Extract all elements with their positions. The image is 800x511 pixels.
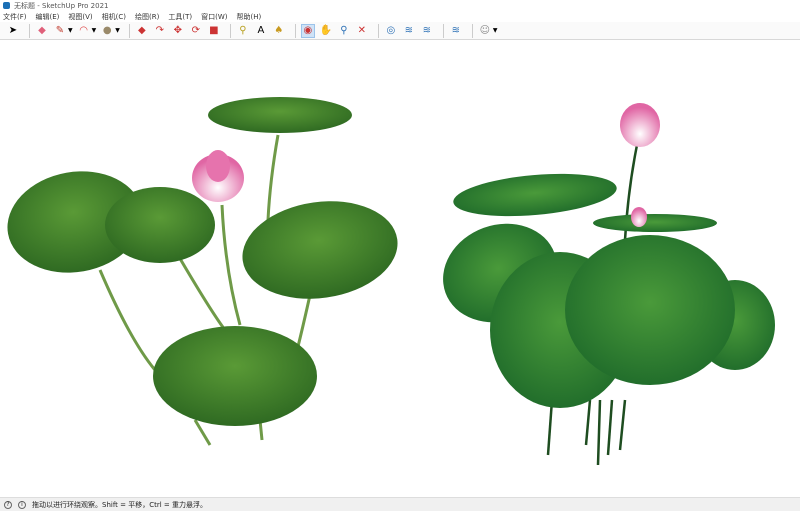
arc-tool-icon[interactable]: ◠ — [77, 24, 91, 38]
menu-view[interactable]: 视图(V) — [68, 12, 92, 22]
toolbar: ➤ ◆ ✎ ▼ ◠ ▼ ● ▼ ◆ ↷ ✥ ⟳ ■ ⚲ A ♠ ◉ ✋ ⚲ ✕ ◎ ≋… — [0, 22, 800, 40]
menu-draw[interactable]: 绘图(R) — [135, 12, 159, 22]
info-icon[interactable]: i — [18, 500, 26, 509]
menu-camera[interactable]: 相机(C) — [102, 12, 126, 22]
zoom-icon[interactable]: ⚲ — [337, 24, 351, 38]
chevron-down-icon[interactable]: ▼ — [115, 27, 120, 34]
separator — [471, 23, 473, 38]
menu-window[interactable]: 窗口(W) — [201, 12, 227, 22]
pan-icon[interactable]: ✋ — [319, 24, 333, 38]
menu-bar: 文件(F) 编辑(E) 视图(V) 相机(C) 绘图(R) 工具(T) 窗口(W… — [0, 11, 800, 22]
menu-edit[interactable]: 编辑(E) — [36, 12, 60, 22]
sketchup-logo-icon — [3, 2, 10, 9]
model-viewport[interactable] — [0, 40, 800, 497]
pencil-tool-icon[interactable]: ✎ — [53, 24, 67, 38]
separator — [229, 23, 231, 38]
separator — [377, 23, 379, 38]
geo-location-icon[interactable]: ◎ — [384, 24, 398, 38]
window-title: 无标题 - SketchUp Pro 2021 — [14, 1, 109, 10]
title-bar: 无标题 - SketchUp Pro 2021 — [0, 0, 800, 11]
zoom-extents-icon[interactable]: ✕ — [355, 24, 369, 38]
menu-tools[interactable]: 工具(T) — [168, 12, 192, 22]
scale-icon[interactable]: ■ — [207, 24, 221, 38]
text-tool-icon[interactable]: A — [254, 24, 268, 38]
orbit-icon[interactable]: ◉ — [300, 23, 315, 38]
paint-bucket-icon[interactable]: ● — [100, 24, 114, 38]
add-location-icon[interactable]: ≋ — [402, 24, 416, 38]
help-icon[interactable]: ? — [4, 500, 12, 509]
separator — [294, 23, 296, 38]
follow-me-icon[interactable]: ↷ — [153, 24, 167, 38]
lotus-model — [7, 97, 775, 466]
eraser-tool-icon[interactable]: ◆ — [35, 24, 49, 38]
lotus-flower-right — [620, 103, 660, 227]
tape-measure-icon[interactable]: ⚲ — [236, 24, 250, 38]
paint-icon[interactable]: ♠ — [272, 24, 286, 38]
chevron-down-icon[interactable]: ▼ — [68, 27, 73, 34]
leaves-right — [443, 173, 775, 408]
lotus-flower-left — [192, 150, 244, 202]
chevron-down-icon[interactable]: ▼ — [92, 27, 97, 34]
leaves-left — [7, 97, 398, 426]
push-pull-icon[interactable]: ◆ — [135, 24, 149, 38]
account-icon[interactable]: ☺ — [478, 24, 492, 38]
sandbox-icon[interactable]: ≋ — [449, 24, 463, 38]
chevron-down-icon[interactable]: ▼ — [493, 27, 498, 34]
status-message: 拖动以进行环绕观察。Shift = 平移，Ctrl = 重力悬浮。 — [32, 500, 207, 509]
menu-help[interactable]: 帮助(H) — [236, 12, 261, 22]
select-tool-icon[interactable]: ➤ — [6, 24, 20, 38]
rotate-icon[interactable]: ⟳ — [189, 24, 203, 38]
menu-file[interactable]: 文件(F) — [3, 12, 27, 22]
separator — [29, 23, 30, 38]
separator — [128, 23, 130, 38]
status-bar: ? i 拖动以进行环绕观察。Shift = 平移，Ctrl = 重力悬浮。 — [0, 497, 800, 511]
photo-texture-icon[interactable]: ≋ — [420, 24, 434, 38]
separator — [442, 23, 444, 38]
move-icon[interactable]: ✥ — [171, 24, 185, 38]
